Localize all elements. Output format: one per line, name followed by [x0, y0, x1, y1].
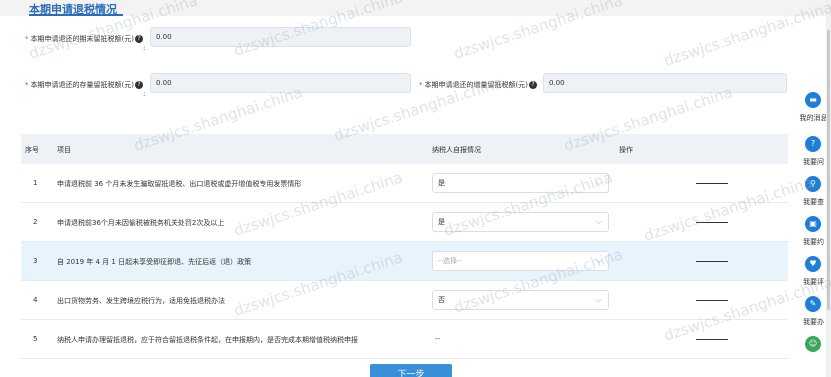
- status-select[interactable]: 否 ⌵: [432, 290, 609, 310]
- header-item: 项目: [57, 146, 71, 154]
- section-header-band: [0, 0, 831, 16]
- required-mark: *: [25, 81, 29, 89]
- row-seq: 1: [33, 179, 38, 187]
- stock-refund-field[interactable]: 0.00: [150, 73, 411, 93]
- row-seq: 4: [33, 296, 38, 304]
- chevron-down-icon: ⌵: [595, 295, 602, 304]
- table-header: 序号 项目 纳税人自报情况 操作: [21, 134, 788, 164]
- field-label-stock-refund: * 本期申请退还的存量留抵税额(元)? :: [25, 81, 146, 98]
- field-label-increment-refund: * 本期申请退还的增量留抵税额(元)?: [419, 80, 537, 90]
- scrollbar-thumb[interactable]: [827, 30, 830, 310]
- header-action: 操作: [619, 146, 633, 154]
- row-item: 申请退税前36个月未因偷税被税务机关处罚2次及以上: [57, 219, 225, 227]
- action-placeholder: [696, 300, 728, 301]
- field-label-period-end-refund: * 本期申请退还的期末留抵税额(元)? :: [25, 35, 146, 52]
- increment-refund-field[interactable]: 0.00: [543, 73, 787, 93]
- chevron-down-icon: ⌵: [595, 256, 602, 265]
- search-icon: ⚲: [805, 176, 821, 192]
- question-icon: ?: [805, 136, 821, 152]
- table-row: 4 出口货物劳务、发生跨境应税行为，适用免抵退税办法 否 ⌵: [21, 281, 788, 320]
- help-icon[interactable]: ?: [134, 35, 143, 43]
- row-item: 纳税人申请办理留抵退税，应于符合留抵退税条件起，在申报期内，是否完成本期增值税纳…: [57, 336, 358, 344]
- robot-icon: ☺: [805, 336, 821, 352]
- message-icon: ▬: [805, 92, 821, 108]
- next-step-button[interactable]: 下一步: [370, 364, 452, 377]
- help-icon[interactable]: ?: [528, 81, 537, 89]
- row-seq: 3: [33, 257, 38, 265]
- required-mark: *: [419, 81, 423, 89]
- row-status-text: --: [435, 335, 441, 343]
- row-item: 自 2019 年 4 月 1 日起未享受即征即退、先征后返（退）政策: [57, 258, 252, 266]
- action-placeholder: [696, 339, 728, 340]
- chevron-down-icon: ⌵: [595, 178, 602, 187]
- calendar-icon: ▣: [805, 216, 821, 232]
- row-seq: 2: [33, 218, 38, 226]
- header-status: 纳税人自报情况: [432, 146, 481, 154]
- status-select[interactable]: --选择-- ⌵: [432, 251, 609, 271]
- action-placeholder: [696, 222, 728, 223]
- status-select[interactable]: 是 ⌵: [432, 173, 609, 193]
- heart-icon: ♥: [805, 256, 821, 272]
- required-mark: *: [25, 35, 29, 43]
- row-seq: 5: [33, 335, 38, 343]
- help-icon[interactable]: ?: [134, 81, 143, 89]
- action-placeholder: [696, 261, 728, 262]
- row-item: 申请退税前 36 个月未发生骗取留抵退税、出口退税或虚开增值税专用发票情形: [57, 180, 302, 188]
- table-row: 3 自 2019 年 4 月 1 日起未享受即征即退、先征后返（退）政策 --选…: [21, 242, 788, 281]
- header-seq: 序号: [25, 146, 39, 154]
- row-item: 出口货物劳务、发生跨境应税行为，适用免抵退税办法: [57, 297, 225, 305]
- table-row: 1 申请退税前 36 个月未发生骗取留抵退税、出口退税或虚开增值税专用发票情形 …: [21, 164, 788, 203]
- table-row: 2 申请退税前36个月未因偷税被税务机关处罚2次及以上 是 ⌵: [21, 203, 788, 242]
- action-placeholder: [696, 183, 728, 184]
- table-row: 5 纳税人申请办理留抵退税，应于符合留抵退税条件起，在申报期内，是否完成本期增值…: [21, 320, 788, 359]
- section-title-underline: [29, 14, 123, 16]
- period-end-refund-field[interactable]: 0.00: [150, 27, 411, 47]
- status-select[interactable]: 是 ⌵: [432, 212, 609, 232]
- edit-icon: ✎: [805, 296, 821, 312]
- chevron-down-icon: ⌵: [595, 217, 602, 226]
